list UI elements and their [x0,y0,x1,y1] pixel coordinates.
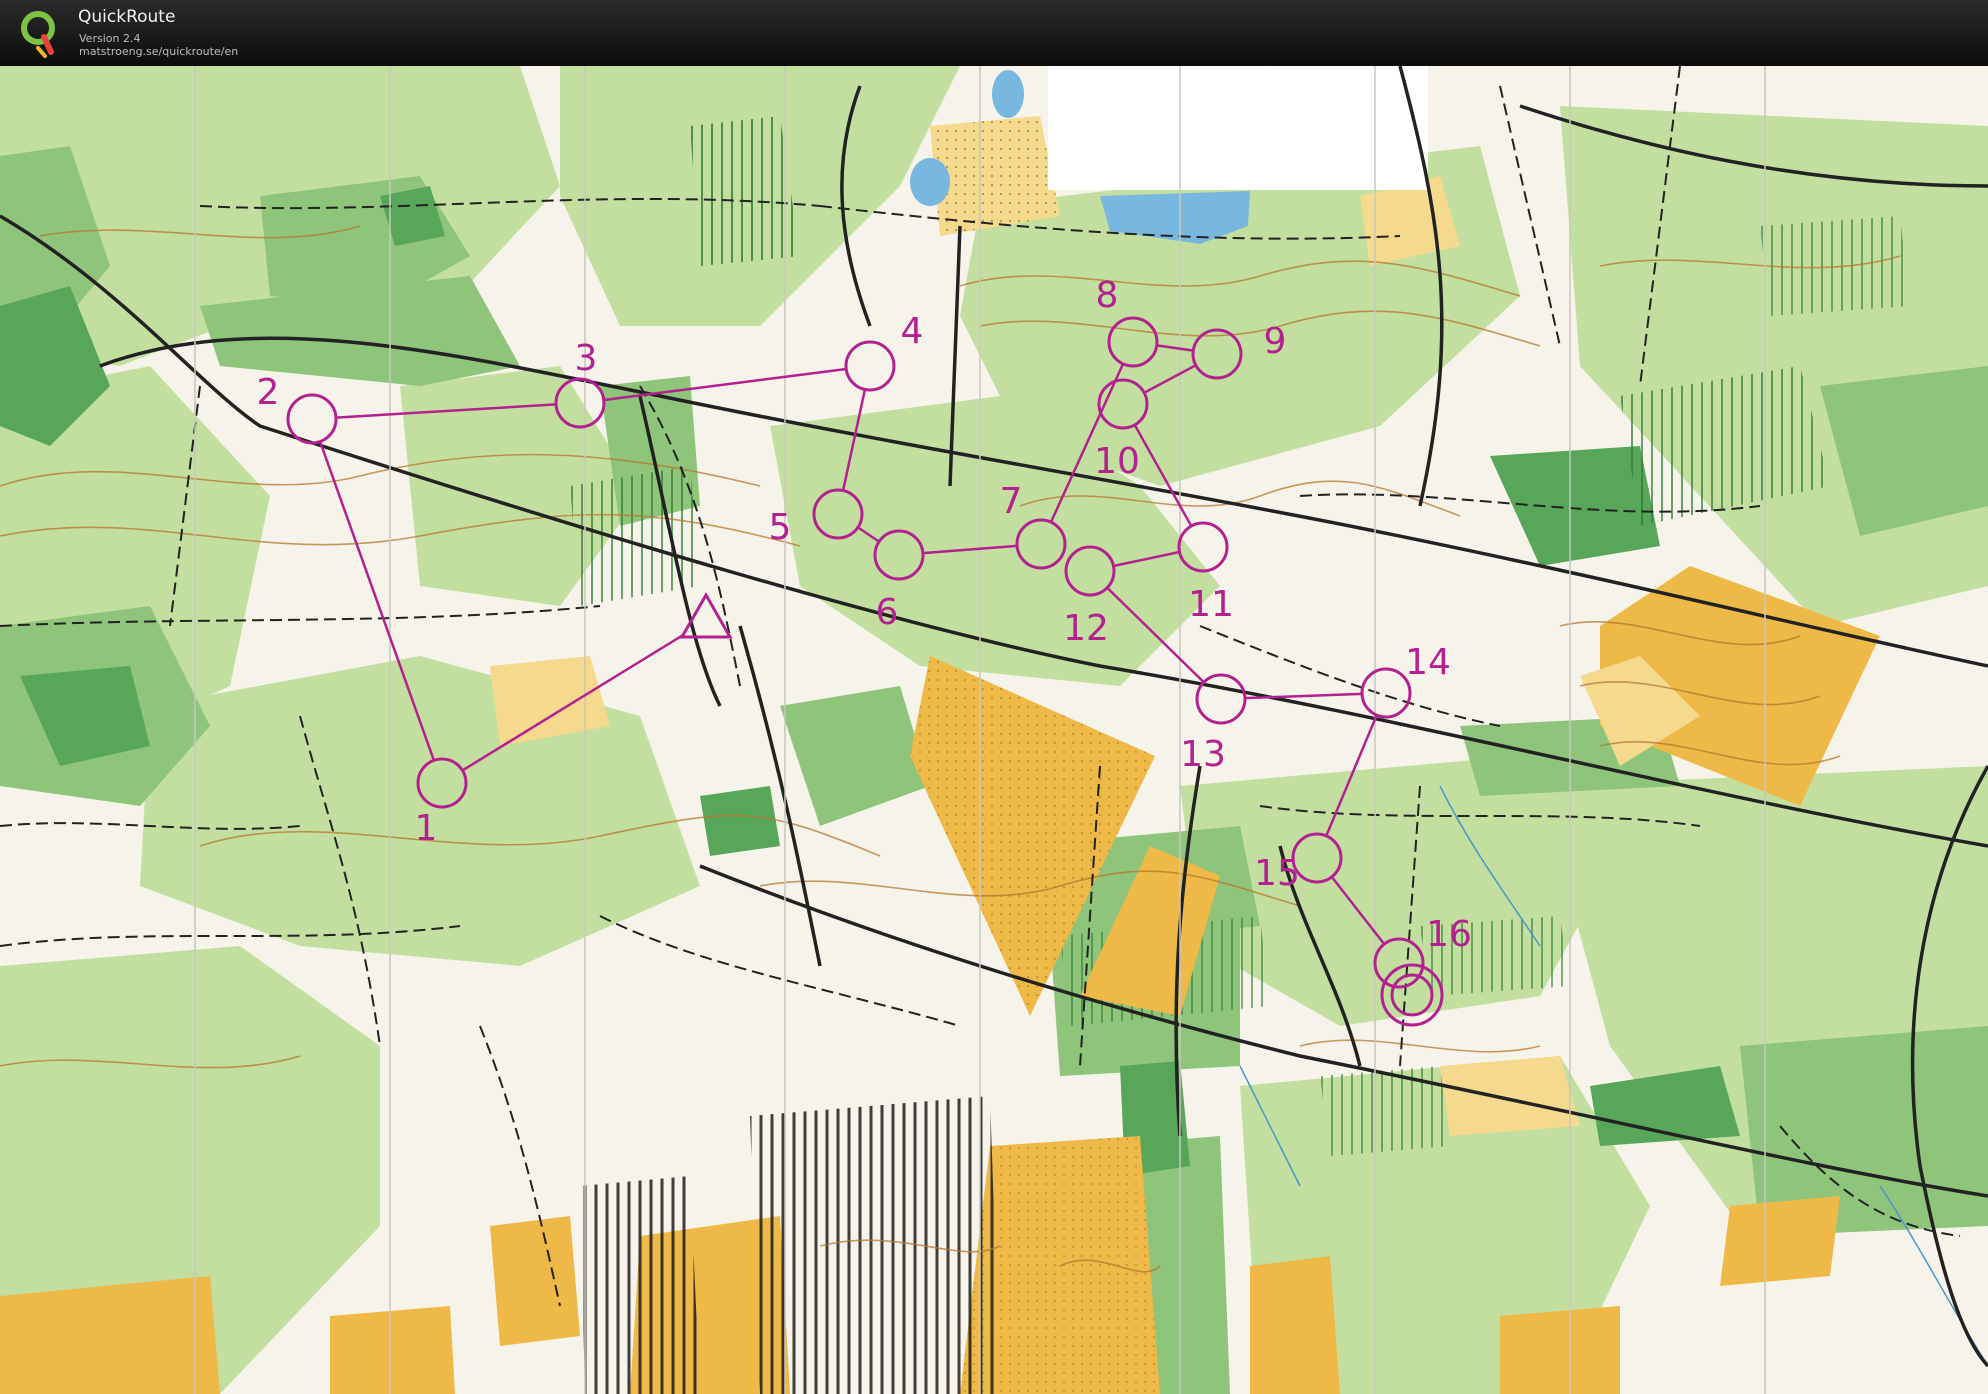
uncharted-area [1048,66,1428,190]
control-number-label: 11 [1188,584,1234,625]
control-number-label: 4 [900,311,924,352]
control-number-label: 7 [999,481,1023,522]
control-number-label: 8 [1095,275,1119,316]
control-number-label: 9 [1263,321,1287,362]
control-number-label: 12 [1063,608,1109,649]
title-bar: QuickRoute Version 2.4 matstroeng.se/qui… [0,0,1988,66]
control-number-label: 6 [875,592,899,633]
app-version: Version 2.4 [79,32,141,45]
cultivated-land [750,1096,1000,1394]
control-number-label: 3 [574,338,598,379]
control-number-label: 16 [1426,914,1472,955]
cultivated-land [580,1176,700,1394]
map-canvas[interactable] [0,66,1988,1394]
control-number-label: 14 [1405,642,1451,683]
control-number-label: 15 [1254,853,1300,894]
control-number-label: 13 [1180,734,1226,775]
control-number-label: 5 [768,507,792,548]
app-url: matstroeng.se/quickroute/en [79,45,239,58]
control-number-label: 2 [256,372,280,413]
control-number-label: 10 [1094,441,1140,482]
control-number-label: 1 [414,808,438,849]
quickroute-logo-icon [21,11,55,58]
app-title: QuickRoute [78,7,176,27]
orienteering-map[interactable]: 1 2 3 4 5 6 7 8 9 10 11 12 13 14 15 16 [0,66,1988,1394]
